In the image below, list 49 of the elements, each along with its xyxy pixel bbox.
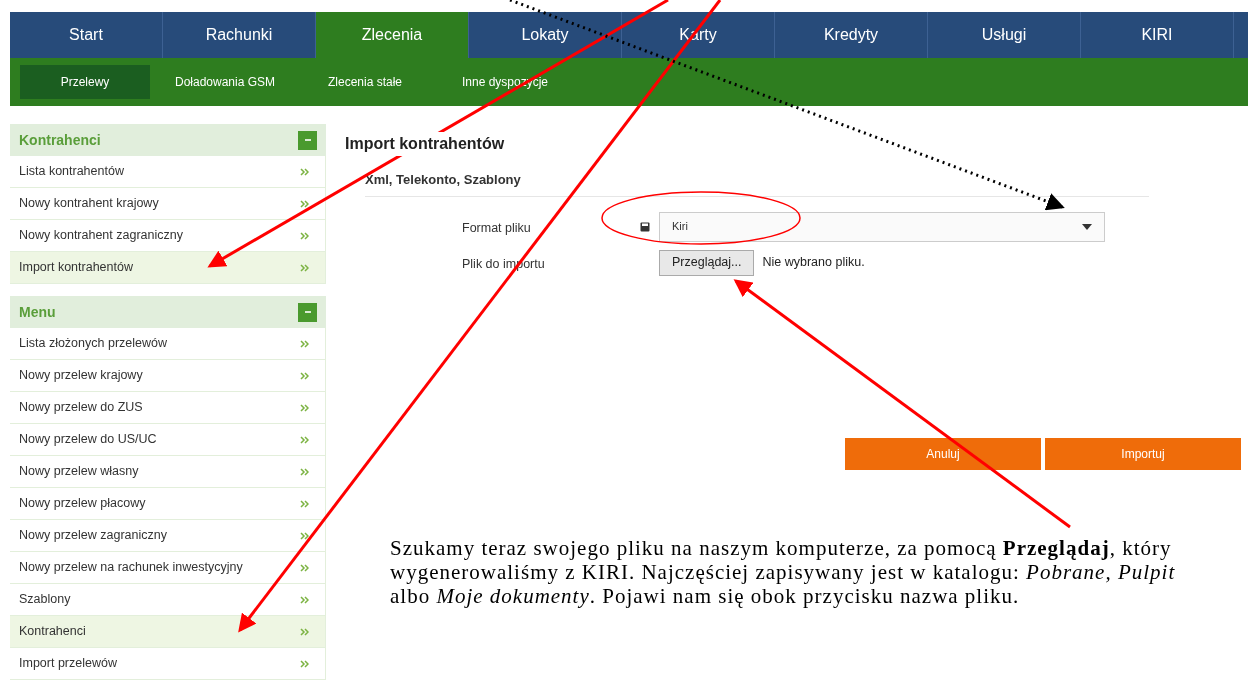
double-chevron-icon — [300, 563, 309, 572]
sidebar-item[interactable]: Nowy przelew własny — [10, 456, 326, 488]
field-label: Format pliku — [462, 220, 531, 235]
double-chevron-icon — [300, 531, 309, 540]
sidebar-item[interactable]: Szablony — [10, 584, 326, 616]
sidebar-item[interactable]: Nowy kontrahent zagraniczny — [10, 220, 326, 252]
double-chevron-icon — [300, 167, 309, 176]
double-chevron-icon — [300, 231, 309, 240]
collapse-button[interactable] — [298, 302, 317, 322]
sidebar-item[interactable]: Nowy przelew do US/UC — [10, 424, 326, 456]
sidebar-item[interactable]: Lista kontrahentów — [10, 156, 326, 188]
sidebar-item[interactable]: Kontrahenci — [10, 616, 326, 648]
sidebar-item[interactable]: Lista złożonych przelewów — [10, 328, 326, 360]
sidebar-item[interactable]: Nowy przelew na rachunek inwestycyjny — [10, 552, 326, 584]
file-icon — [640, 221, 650, 232]
double-chevron-icon — [300, 371, 309, 380]
page-title: Import kontrahentów — [345, 132, 505, 156]
double-chevron-icon — [300, 263, 309, 272]
double-chevron-icon — [300, 403, 309, 412]
sidebar-item[interactable]: Nowy przelew do ZUS — [10, 392, 326, 424]
double-chevron-icon — [300, 595, 309, 604]
sidebar-item[interactable]: Import przelewów — [10, 648, 326, 680]
double-chevron-icon — [300, 199, 309, 208]
double-chevron-icon — [300, 499, 309, 508]
sidebar-item[interactable]: Nowy przelew zagraniczny — [10, 520, 326, 552]
section-subtitle: Xml, Telekonto, Szablony — [365, 171, 521, 189]
dropdown-caret-icon — [1082, 223, 1092, 230]
instruction-paragraph: Szukamy teraz swojego pliku na naszym komputerze, za pomocą Przeglądaj, który wygenerowaliśmy z KIRI. Najczęściej zapisywany jest w katalogu: Pobrane, Pulpit albo Moje dokumenty. Pojawi nam się obok przycisku nazwa pliku. — [390, 535, 1177, 608]
section-title: Kontrahenci — [19, 130, 101, 150]
format-select[interactable]: Kiri — [659, 211, 1105, 242]
file-status: Nie wybrano pliku. — [762, 254, 865, 272]
browse-button[interactable]: Przeglądaj... — [659, 249, 755, 276]
double-chevron-icon — [300, 339, 309, 348]
minus-icon — [303, 308, 312, 316]
sidebar-item[interactable]: Nowy kontrahent krajowy — [10, 188, 326, 220]
nav-tab[interactable]: Zlecenia — [316, 12, 469, 58]
sidebar-item[interactable]: Import kontrahentów — [10, 252, 326, 284]
sub-nav-tab[interactable]: Przelewy — [20, 65, 150, 99]
collapse-button[interactable] — [298, 130, 317, 150]
sub-nav-tab[interactable]: Doładowania GSM — [160, 65, 290, 99]
sidebar-item[interactable]: Nowy przelew krajowy — [10, 360, 326, 392]
double-chevron-icon — [300, 467, 309, 476]
minus-icon — [303, 136, 312, 144]
sidebar-item[interactable]: Nowy przelew płacowy — [10, 488, 326, 520]
double-chevron-icon — [300, 435, 309, 444]
section-title: Menu — [19, 302, 56, 322]
double-chevron-icon — [300, 659, 309, 668]
sub-nav-tab[interactable]: Zlecenia stałe — [300, 65, 430, 99]
double-chevron-icon — [300, 627, 309, 636]
